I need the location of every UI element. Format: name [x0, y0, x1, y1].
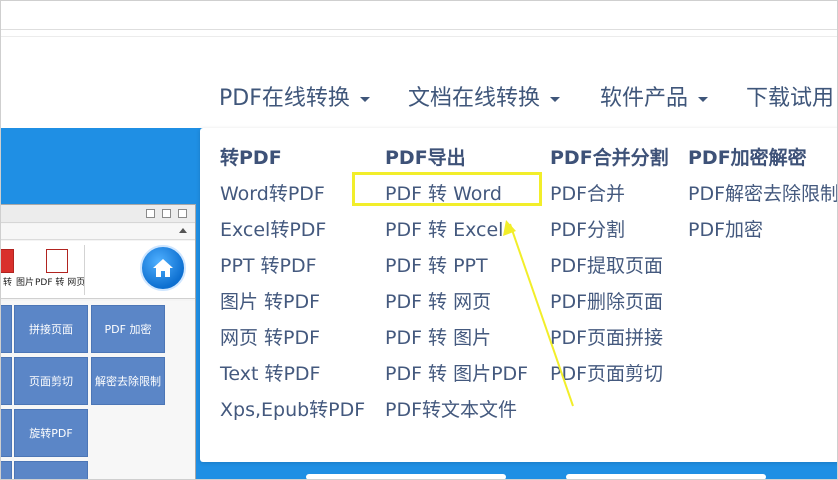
window-ribbon-bar [0, 224, 195, 240]
menu-item-image-to-pdf[interactable]: 图片 转PDF [220, 287, 320, 314]
menu-item-ppt-to-pdf[interactable]: PPT 转PDF [220, 251, 317, 278]
tile-partial[interactable] [14, 461, 88, 480]
home-icon [153, 259, 173, 277]
top-divider [0, 29, 838, 30]
menu-item-pdf-page-join[interactable]: PDF页面拼接 [550, 323, 663, 350]
app-window-preview: 转 图片 PDF 转 网页 拼接页面 PDF 加密 页面剪切 解密去除限制 旋转… [0, 204, 196, 480]
toolbar-label: PDF 转 网页 [35, 278, 86, 288]
caret-down-icon [698, 96, 709, 102]
tile-page-cut[interactable]: 页面剪切 [14, 357, 88, 405]
toolbar-label: 转 [3, 278, 13, 288]
nav-item-label: PDF在线转换 [219, 86, 350, 111]
column-title-encrypt-decrypt: PDF加密解密 [688, 147, 807, 169]
pdf-to-web-icon[interactable] [46, 249, 68, 273]
tile-decrypt[interactable]: 解密去除限制 [91, 357, 165, 405]
function-tiles: 拼接页面 PDF 加密 页面剪切 解密去除限制 旋转PDF [0, 301, 195, 480]
maximize-icon[interactable] [162, 209, 171, 218]
menu-item-web-to-pdf[interactable]: 网页 转PDF [220, 323, 320, 350]
window-titlebar [0, 205, 195, 223]
tile-label: 解密去除限制 [95, 375, 161, 388]
menu-item-pdf-extract-pages[interactable]: PDF提取页面 [550, 251, 663, 278]
tile-label: 拼接页面 [29, 323, 73, 336]
caret-down-icon [550, 96, 561, 102]
tile-label: 页面剪切 [29, 375, 73, 388]
tile-partial[interactable] [0, 409, 12, 457]
menu-item-word-to-pdf[interactable]: Word转PDF [220, 179, 325, 206]
menu-item-xps-epub-to-pdf[interactable]: Xps,Epub转PDF [220, 395, 365, 422]
nav-item-label: 文档在线转换 [408, 86, 541, 111]
toolbar-label: 图片 [16, 278, 35, 288]
nav-item-doc-online-convert[interactable]: 文档在线转换 [408, 80, 561, 112]
main-nav: PDF在线转换 文档在线转换 软件产品 下载试用 [0, 80, 838, 120]
menu-item-pdf-to-text[interactable]: PDF转文本文件 [385, 395, 517, 422]
menu-item-pdf-encrypt[interactable]: PDF加密 [688, 215, 763, 242]
tile-label: PDF 加密 [104, 323, 152, 336]
toolbar-separator [84, 245, 85, 295]
column-title-merge-split: PDF合并分割 [550, 147, 669, 169]
close-icon[interactable] [178, 209, 187, 218]
menu-item-pdf-split[interactable]: PDF分割 [550, 215, 625, 242]
menu-item-pdf-decrypt[interactable]: PDF解密去除限制 [688, 179, 838, 206]
menu-item-pdf-to-ppt[interactable]: PDF 转 PPT [385, 251, 488, 278]
nav-item-label: 下载试用 [746, 86, 835, 111]
tile-label: 旋转PDF [29, 427, 73, 440]
tile-rotate-pdf[interactable]: 旋转PDF [14, 409, 88, 457]
nav-item-pdf-online-convert[interactable]: PDF在线转换 [219, 80, 370, 112]
nav-item-download-trial[interactable]: 下载试用 [746, 80, 834, 112]
menu-item-pdf-page-cut[interactable]: PDF页面剪切 [550, 359, 663, 386]
tile-partial[interactable] [0, 357, 12, 405]
window-toolbar: 转 图片 PDF 转 网页 [0, 241, 195, 299]
tile-partial[interactable] [0, 461, 12, 480]
banner-bottom-strip [196, 462, 838, 480]
tile-merge-pages[interactable]: 拼接页面 [14, 305, 88, 353]
menu-item-pdf-to-web[interactable]: PDF 转 网页 [385, 287, 491, 314]
menu-item-excel-to-pdf[interactable]: Excel转PDF [220, 215, 326, 242]
menu-item-pdf-to-excel[interactable]: PDF 转 Excel [385, 215, 503, 242]
banner-chip [306, 474, 506, 480]
tile-pdf-encrypt[interactable]: PDF 加密 [91, 305, 165, 353]
tile-partial[interactable] [0, 305, 12, 353]
column-title-pdf-export: PDF导出 [385, 147, 466, 169]
menu-item-pdf-merge[interactable]: PDF合并 [550, 179, 625, 206]
minimize-icon[interactable] [146, 209, 155, 218]
home-button[interactable] [140, 245, 186, 291]
nav-item-label: 软件产品 [600, 86, 689, 111]
pdf-icon[interactable] [0, 249, 14, 273]
menu-item-pdf-delete-pages[interactable]: PDF删除页面 [550, 287, 663, 314]
column-title-to-pdf: 转PDF [220, 147, 282, 169]
menu-item-pdf-to-word[interactable]: PDF 转 Word [385, 179, 502, 206]
chevron-up-icon[interactable] [179, 228, 187, 233]
nav-item-software-products[interactable]: 软件产品 [600, 80, 709, 112]
top-divider-secondary [0, 36, 838, 37]
banner-chip [566, 474, 766, 480]
menu-item-text-to-pdf[interactable]: Text 转PDF [220, 359, 320, 386]
menu-item-pdf-to-image-pdf[interactable]: PDF 转 图片PDF [385, 359, 528, 386]
menu-item-pdf-to-image[interactable]: PDF 转 图片 [385, 323, 491, 350]
caret-down-icon [359, 96, 370, 102]
